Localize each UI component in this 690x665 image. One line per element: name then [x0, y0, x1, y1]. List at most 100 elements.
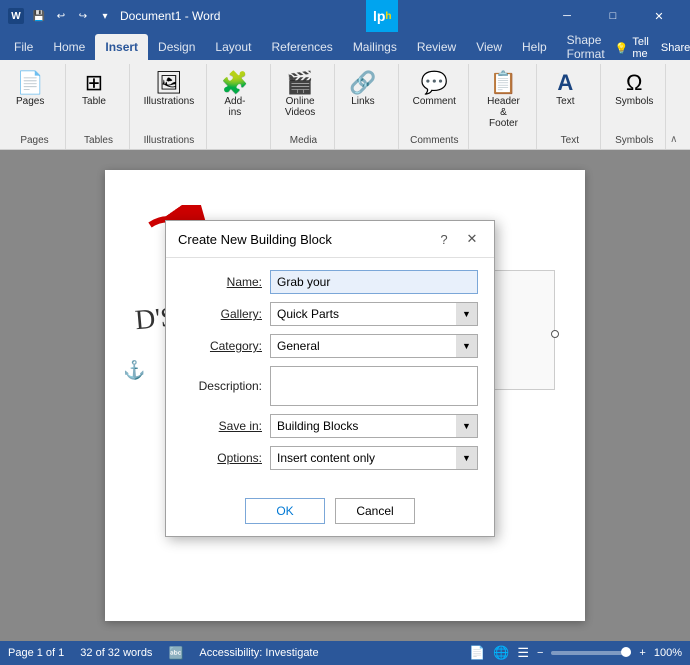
close-button[interactable]: ✕ [636, 0, 682, 32]
lph-logo: lph [366, 0, 398, 32]
category-row: Category: General Built-In ▼ [182, 334, 478, 358]
symbols-group-label: Symbols [609, 132, 659, 149]
tab-design[interactable]: Design [148, 34, 205, 60]
ribbon: 📄 Pages Pages ⊞ Table Tables 🖼 Illustrat… [0, 60, 690, 150]
view-normal-icon[interactable]: 📄 [469, 645, 485, 661]
zoom-level[interactable]: 100% [654, 647, 682, 659]
name-input[interactable] [270, 270, 478, 294]
description-label: Description: [182, 379, 262, 393]
save-in-select[interactable]: Building Blocks Normal [270, 414, 478, 438]
text-group-label: Text [545, 132, 594, 149]
tab-home[interactable]: Home [43, 34, 95, 60]
dialog-body: Name: Gallery: Quick Parts AutoText ▼ [166, 258, 494, 490]
document-area: ⚓ D'Sparrow Create New Building Block ? … [0, 150, 690, 641]
ribbon-group-links: 🔗 Links [339, 64, 399, 149]
table-button[interactable]: ⊞ Table [74, 68, 114, 111]
text-button[interactable]: A Text [545, 68, 585, 111]
tab-mailings[interactable]: Mailings [343, 34, 407, 60]
ribbon-group-pages: 📄 Pages Pages [6, 64, 66, 149]
ok-button[interactable]: OK [245, 498, 325, 524]
tab-review[interactable]: Review [407, 34, 466, 60]
addins-group-label [215, 143, 264, 149]
accessibility-status[interactable]: Accessibility: Investigate [199, 647, 318, 659]
document-page: ⚓ D'Sparrow Create New Building Block ? … [105, 170, 585, 621]
dialog-title-bar: Create New Building Block ? ✕ [166, 221, 494, 258]
window-title: Document1 - Word [120, 9, 220, 23]
title-bar: W 💾 ↩ ↪ ▾ Document1 - Word lph ─ □ ✕ [0, 0, 690, 32]
options-label: Options: [182, 451, 262, 465]
online-videos-button[interactable]: 🎬 OnlineVideos [279, 68, 321, 122]
tell-me-label: Tell me [632, 36, 649, 60]
zoom-plus-button[interactable]: + [639, 647, 645, 659]
tab-shape-format[interactable]: Shape Format [557, 34, 615, 60]
gallery-row: Gallery: Quick Parts AutoText ▼ [182, 302, 478, 326]
maximize-button[interactable]: □ [590, 0, 636, 32]
symbols-button[interactable]: Ω Symbols [609, 68, 659, 111]
gallery-select[interactable]: Quick Parts AutoText [270, 302, 478, 326]
save-icon[interactable]: 💾 [30, 7, 48, 25]
share-label[interactable]: Share [661, 42, 690, 54]
ribbon-collapse-button[interactable]: ∧ [670, 64, 684, 149]
online-videos-icon: 🎬 [286, 72, 313, 94]
name-label: Name: [182, 275, 262, 289]
illustrations-group-label: Illustrations [138, 132, 200, 149]
title-bar-left: W 💾 ↩ ↪ ▾ Document1 - Word [8, 7, 220, 25]
illustrations-button[interactable]: 🖼 Illustrations [138, 68, 200, 111]
dialog-help-button[interactable]: ? [434, 229, 454, 249]
description-row: Description: [182, 366, 478, 406]
links-icon: 🔗 [349, 72, 376, 94]
page-info: Page 1 of 1 [8, 647, 64, 659]
redo-icon[interactable]: ↪ [74, 7, 92, 25]
header-footer-button[interactable]: 📋 Header &Footer [477, 68, 531, 133]
ribbon-group-media: 🎬 OnlineVideos Media [275, 64, 335, 149]
options-select[interactable]: Insert content only Insert content in it… [270, 446, 478, 470]
ribbon-group-header-footer: 📋 Header &Footer [473, 64, 538, 149]
media-group-label: Media [279, 132, 328, 149]
save-in-row: Save in: Building Blocks Normal ▼ [182, 414, 478, 438]
ribbon-group-symbols: Ω Symbols Symbols [605, 64, 666, 149]
ribbon-group-tables: ⊞ Table Tables [70, 64, 130, 149]
title-bar-icons: 💾 ↩ ↪ ▾ [30, 7, 114, 25]
links-group-label [343, 143, 392, 149]
tab-insert[interactable]: Insert [95, 34, 148, 60]
dialog-footer: OK Cancel [166, 490, 494, 536]
minimize-button[interactable]: ─ [544, 0, 590, 32]
comment-icon: 💬 [421, 72, 448, 94]
cancel-button[interactable]: Cancel [335, 498, 415, 524]
header-footer-group-label [477, 143, 531, 149]
pages-icon: 📄 [16, 72, 43, 94]
tables-group-label: Tables [74, 132, 123, 149]
lightbulb-icon[interactable]: 💡 Tell me [615, 36, 649, 60]
addins-button[interactable]: 🧩 Add-ins [215, 68, 255, 122]
word-count: 32 of 32 words [80, 647, 152, 659]
pages-group-label: Pages [10, 132, 59, 149]
dialog-close-button[interactable]: ✕ [462, 229, 482, 249]
save-in-label: Save in: [182, 419, 262, 433]
tab-references[interactable]: References [261, 34, 342, 60]
header-footer-icon: 📋 [490, 72, 517, 94]
comment-button[interactable]: 💬 Comment [407, 68, 462, 111]
status-bar: Page 1 of 1 32 of 32 words 🔤 Accessibili… [0, 641, 690, 665]
ribbon-group-illustrations: 🖼 Illustrations Illustrations [134, 64, 207, 149]
customize-icon[interactable]: ▾ [96, 7, 114, 25]
tab-file[interactable]: File [4, 34, 43, 60]
window-controls: ─ □ ✕ [544, 0, 682, 32]
symbols-icon: Ω [626, 72, 642, 94]
undo-icon[interactable]: ↩ [52, 7, 70, 25]
view-web-icon[interactable]: 🌐 [493, 645, 509, 661]
dialog-title-text: Create New Building Block [178, 232, 332, 247]
category-label: Category: [182, 339, 262, 353]
options-row: Options: Insert content only Insert cont… [182, 446, 478, 470]
tab-help[interactable]: Help [512, 34, 557, 60]
description-input[interactable] [270, 366, 478, 406]
pages-button[interactable]: 📄 Pages [10, 68, 50, 111]
ribbon-group-pages-items: 📄 Pages [10, 64, 59, 132]
zoom-minus-button[interactable]: − [537, 647, 543, 659]
category-select[interactable]: General Built-In [270, 334, 478, 358]
tab-layout[interactable]: Layout [205, 34, 261, 60]
view-outline-icon[interactable]: ☰ [517, 645, 529, 661]
tab-view[interactable]: View [466, 34, 512, 60]
zoom-slider[interactable] [551, 651, 631, 655]
comments-group-label: Comments [407, 132, 462, 149]
links-button[interactable]: 🔗 Links [343, 68, 383, 111]
